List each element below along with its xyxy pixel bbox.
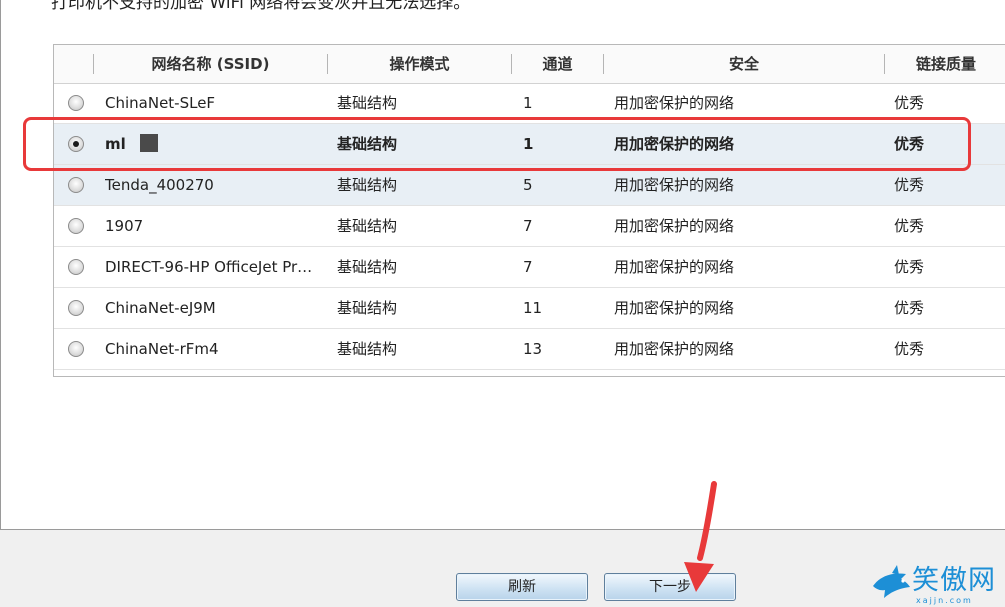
quality-cell: 优秀 — [894, 217, 925, 235]
mode-cell: 基础结构 — [337, 258, 398, 276]
channel-cell: 5 — [523, 176, 533, 194]
quality-cell: 优秀 — [894, 299, 925, 317]
mode-cell: 基础结构 — [337, 176, 398, 194]
header-security[interactable]: 安全 — [604, 45, 884, 83]
instruction-text: 打印机不支持的加密 WiFi 网络将会变灰并且无法选择。 — [51, 0, 471, 13]
shark-icon — [873, 565, 910, 598]
selection-highlight-box — [23, 117, 971, 171]
refresh-button[interactable]: 刷新 — [456, 573, 588, 601]
channel-cell: 13 — [523, 340, 543, 358]
mode-cell: 基础结构 — [337, 299, 398, 317]
network-row[interactable]: Tenda_400270 基础结构 5 用加密保护的网络 优秀 — [54, 165, 1005, 206]
channel-cell: 7 — [523, 258, 533, 276]
network-row[interactable]: ChinaNet-rFm4 基础结构 13 用加密保护的网络 优秀 — [54, 329, 1005, 370]
watermark-url: xajjn.com — [916, 596, 973, 605]
mode-cell: 基础结构 — [337, 340, 398, 358]
mode-cell: 基础结构 — [337, 217, 398, 235]
ssid-cell: ChinaNet-rFm4 — [105, 340, 219, 358]
radio-button[interactable] — [68, 95, 84, 111]
header-quality[interactable]: 链接质量 — [885, 45, 1005, 83]
ssid-cell: Tenda_400270 — [105, 176, 214, 194]
security-cell: 用加密保护的网络 — [614, 340, 735, 358]
quality-cell: 优秀 — [894, 340, 925, 358]
header-channel[interactable]: 通道 — [512, 45, 603, 83]
watermark-title: 笑傲网 — [912, 565, 996, 596]
watermark-logo: 笑傲网 xajjn.com — [870, 562, 1005, 607]
radio-button[interactable] — [68, 259, 84, 275]
network-row[interactable]: DIRECT-96-HP OfficeJet Pr… 基础结构 7 用加密保护的… — [54, 247, 1005, 288]
security-cell: 用加密保护的网络 — [614, 176, 735, 194]
channel-cell: 11 — [523, 299, 543, 317]
table-header: 网络名称 (SSID) 操作模式 通道 安全 链接质量 — [54, 45, 1005, 84]
security-cell: 用加密保护的网络 — [614, 258, 735, 276]
network-row[interactable]: ChinaNet-eJ9M 基础结构 11 用加密保护的网络 优秀 — [54, 288, 1005, 329]
dialog-panel: 打印机不支持的加密 WiFi 网络将会变灰并且无法选择。 网络名称 (SSID)… — [0, 0, 1005, 530]
ssid-cell: 1907 — [105, 217, 144, 235]
radio-button[interactable] — [68, 218, 84, 234]
network-table: 网络名称 (SSID) 操作模式 通道 安全 链接质量 ChinaNet-SLe… — [53, 44, 1005, 377]
radio-button[interactable] — [68, 177, 84, 193]
security-cell: 用加密保护的网络 — [614, 217, 735, 235]
channel-cell: 7 — [523, 217, 533, 235]
quality-cell: 优秀 — [894, 258, 925, 276]
security-cell: 用加密保护的网络 — [614, 299, 735, 317]
radio-button[interactable] — [68, 300, 84, 316]
header-mode[interactable]: 操作模式 — [328, 45, 511, 83]
network-row[interactable]: 1907 基础结构 7 用加密保护的网络 优秀 — [54, 206, 1005, 247]
red-arrow-icon — [684, 481, 717, 592]
ssid-cell: DIRECT-96-HP OfficeJet Pr… — [105, 258, 313, 276]
header-ssid[interactable]: 网络名称 (SSID) — [94, 45, 327, 83]
radio-button[interactable] — [68, 341, 84, 357]
ssid-cell: ChinaNet-eJ9M — [105, 299, 216, 317]
quality-cell: 优秀 — [894, 176, 925, 194]
